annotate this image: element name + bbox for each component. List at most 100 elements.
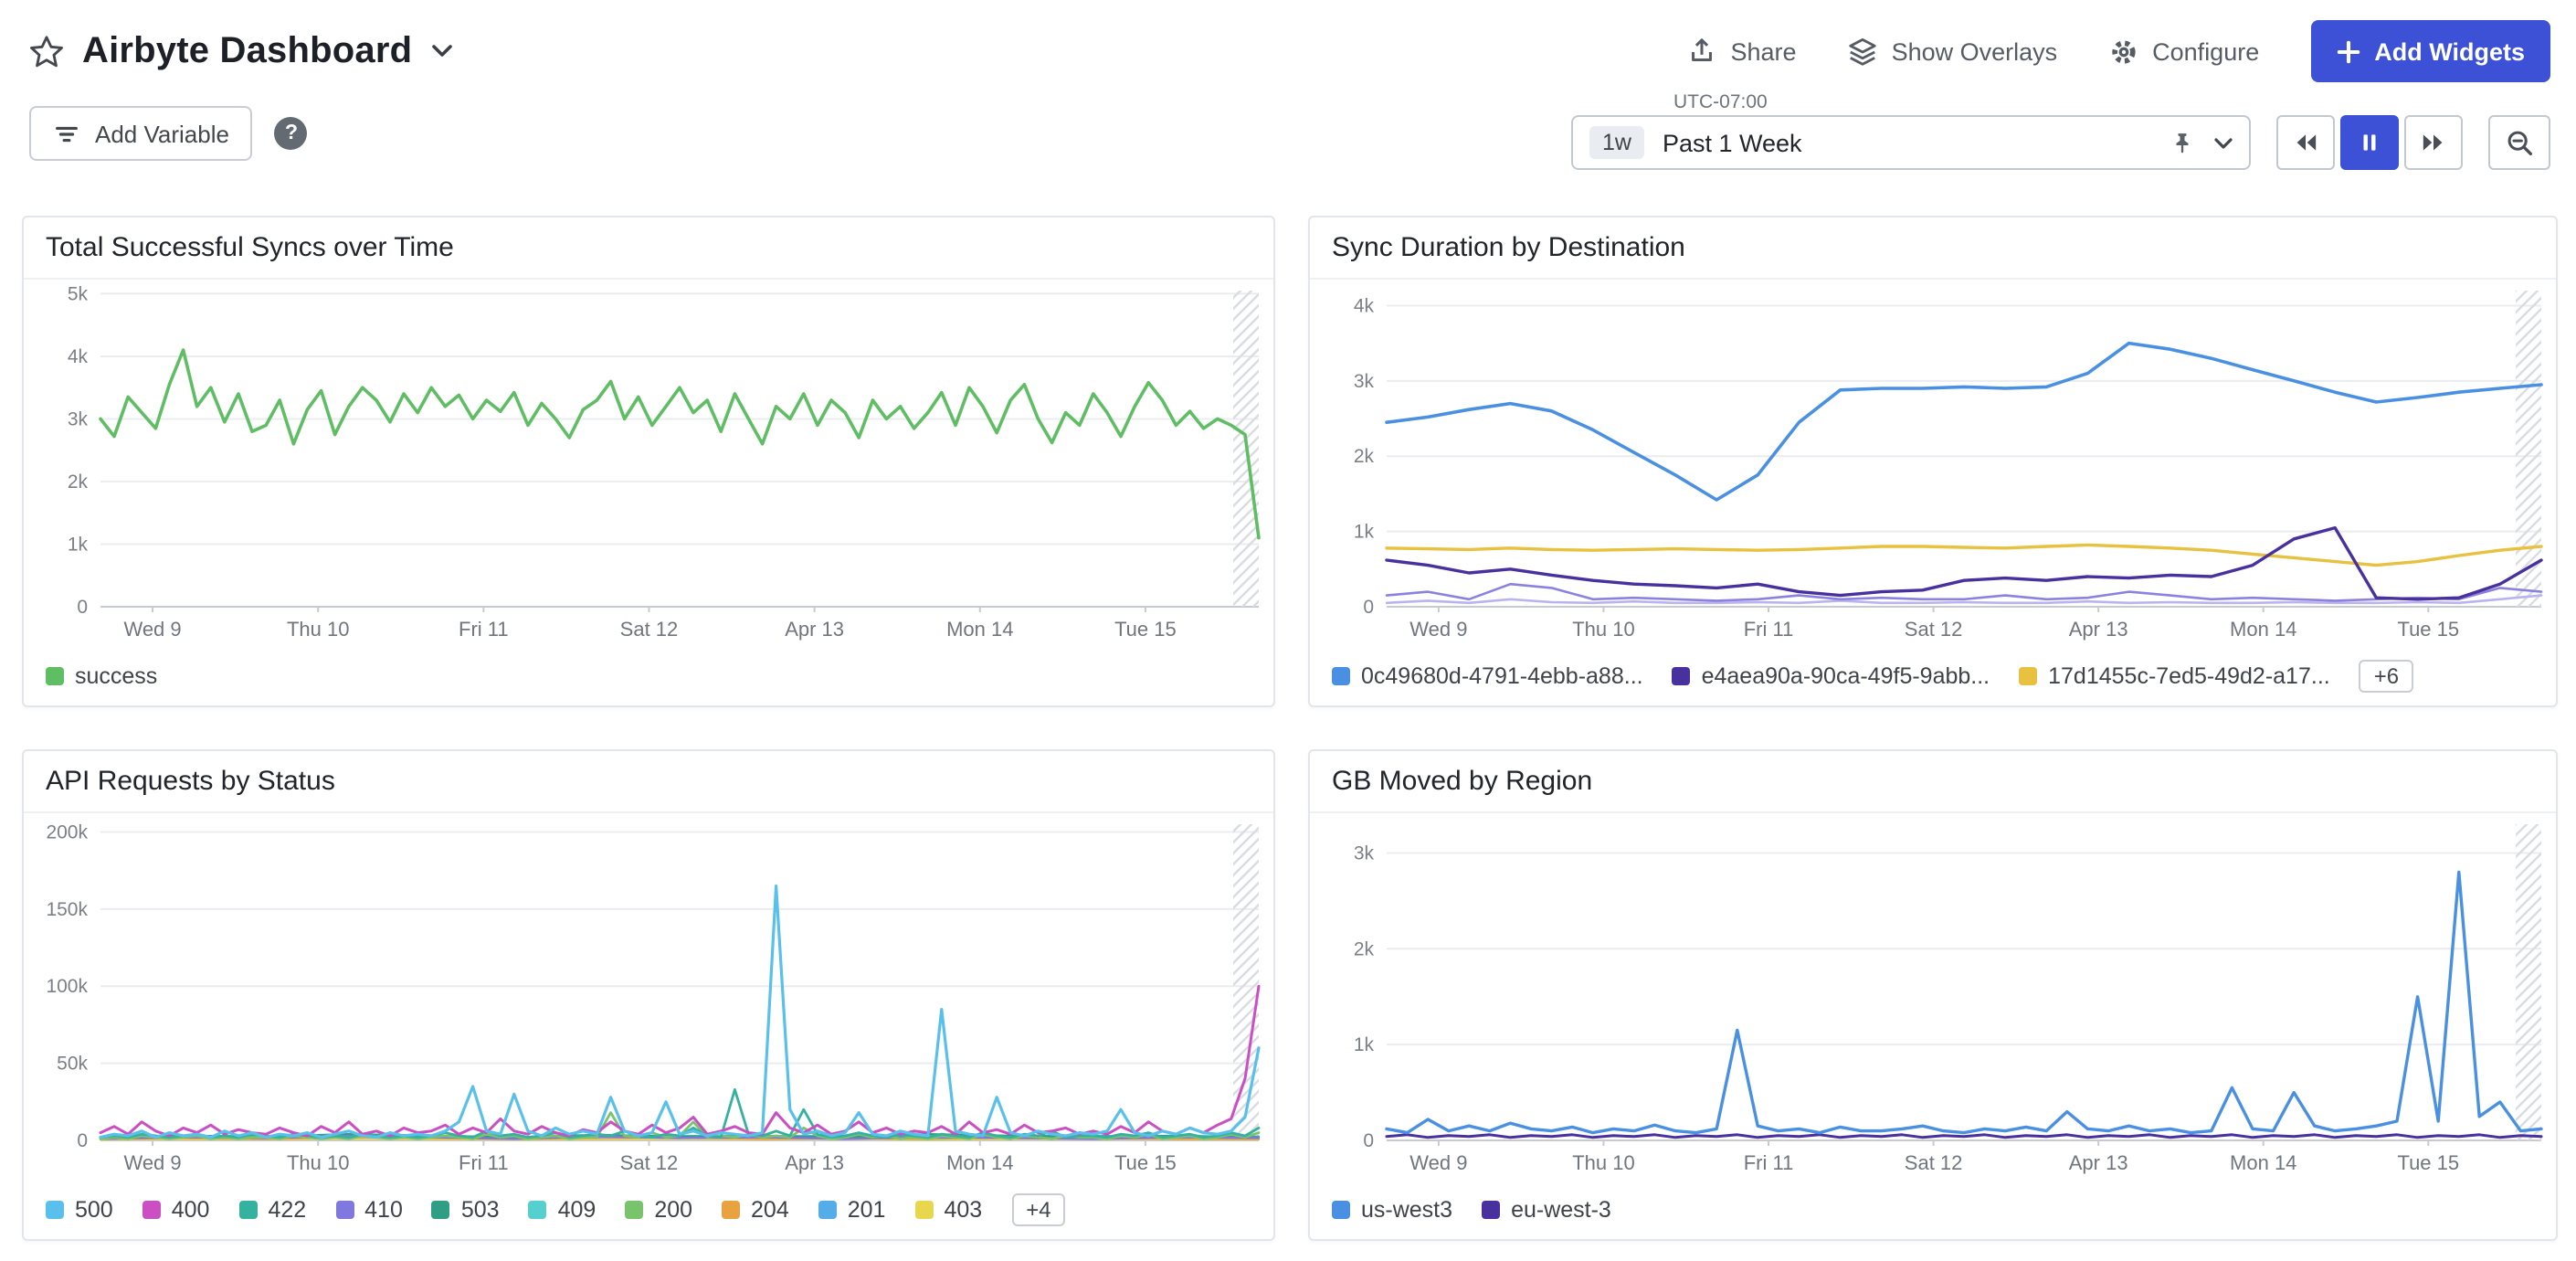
legend-label: e4aea90a-90ca-49f5-9abb... [1702, 663, 1990, 689]
legend-item[interactable]: 400 [143, 1197, 210, 1223]
legend-item[interactable]: 200 [625, 1197, 692, 1223]
svg-text:Thu 10: Thu 10 [287, 618, 350, 641]
legend-item[interactable]: 410 [335, 1197, 403, 1223]
toolbar-right: UTC-07:00 1w Past 1 Week [1571, 115, 2550, 170]
svg-text:0: 0 [77, 597, 88, 618]
legend-api-requests-by-status: 500 400 422 410 503 409 200 204 201 403 +4 [24, 1181, 1273, 1239]
legend-swatch [46, 667, 64, 685]
svg-text:200k: 200k [46, 821, 88, 842]
svg-text:Thu 10: Thu 10 [287, 1151, 350, 1174]
zoom-out-button[interactable] [2488, 115, 2550, 170]
legend-label: 400 [172, 1197, 210, 1223]
svg-text:Mon 14: Mon 14 [946, 618, 1013, 641]
share-label: Share [1731, 37, 1797, 65]
widget-api-requests-by-status: API Requests by Status 050k100k150k200kW… [22, 749, 1275, 1241]
legend-label: us-west3 [1361, 1197, 1452, 1223]
legend-overflow-badge[interactable]: +4 [1011, 1193, 1065, 1226]
share-button[interactable]: Share [1687, 36, 1797, 67]
chart-api-requests-by-status[interactable]: 050k100k150k200kWed 9Thu 10Fri 11Sat 12A… [24, 813, 1273, 1181]
legend-item[interactable]: success [46, 663, 157, 689]
svg-text:Apr 13: Apr 13 [2069, 618, 2128, 641]
svg-text:Apr 13: Apr 13 [2069, 1151, 2128, 1174]
legend-label: 0c49680d-4791-4ebb-a88... [1361, 663, 1643, 689]
svg-text:1k: 1k [68, 534, 89, 555]
legend-label: 422 [268, 1197, 306, 1223]
legend-swatch [1332, 667, 1350, 685]
legend-label: 204 [751, 1197, 789, 1223]
configure-button[interactable]: Configure [2108, 36, 2259, 67]
pause-button[interactable] [2340, 115, 2399, 170]
timezone-label: UTC-07:00 [1673, 91, 1768, 113]
header-actions: Share Show Overlays Configure Add Widget… [1687, 20, 2551, 82]
toolbar-left: Add Variable ? [29, 106, 308, 161]
range-label: Past 1 Week [1663, 129, 2150, 156]
svg-text:3k: 3k [1354, 842, 1375, 864]
legend-label: eu-west-3 [1511, 1197, 1611, 1223]
svg-text:Fri 11: Fri 11 [1744, 1151, 1794, 1174]
page-title: Airbyte Dashboard [82, 30, 412, 72]
pin-icon[interactable] [2169, 129, 2196, 156]
svg-text:2k: 2k [68, 472, 89, 493]
legend-swatch [1673, 667, 1691, 685]
widget-gb-moved-by-region: GB Moved by Region 01k2k3kWed 9Thu 10Fri… [1308, 749, 2558, 1241]
share-icon [1687, 36, 1718, 67]
favorite-star-icon[interactable] [29, 34, 64, 69]
range-shortcut-badge: 1w [1589, 126, 1644, 159]
svg-text:0: 0 [1363, 1130, 1374, 1151]
rewind-button[interactable] [2276, 115, 2335, 170]
header: Airbyte Dashboard Share Show Overlays [0, 15, 2576, 88]
add-variable-button[interactable]: Add Variable [29, 106, 253, 161]
legend-swatch [914, 1201, 933, 1219]
legend-item[interactable]: 204 [722, 1197, 789, 1223]
title-chevron-down-icon[interactable] [430, 44, 452, 58]
widget-sync-duration-by-destination: Sync Duration by Destination 01k2k3k4kWe… [1308, 216, 2558, 707]
filter-icon [53, 120, 80, 147]
svg-text:4k: 4k [68, 346, 89, 367]
svg-text:Tue 15: Tue 15 [2397, 618, 2459, 641]
legend-item[interactable]: 201 [818, 1197, 886, 1223]
svg-text:100k: 100k [46, 976, 88, 997]
show-overlays-button[interactable]: Show Overlays [1848, 36, 2058, 67]
legend-item[interactable]: 17d1455c-7ed5-49d2-a17... [2019, 663, 2330, 689]
legend-gb-moved-by-region: us-west3 eu-west-3 [1310, 1181, 2556, 1239]
legend-item[interactable]: 503 [432, 1197, 500, 1223]
svg-text:0: 0 [1363, 597, 1374, 618]
chart-gb-moved-by-region[interactable]: 01k2k3kWed 9Thu 10Fri 11Sat 12Apr 13Mon … [1310, 813, 2556, 1181]
svg-text:Apr 13: Apr 13 [785, 618, 844, 641]
svg-text:Fri 11: Fri 11 [459, 1151, 509, 1174]
legend-item[interactable]: 409 [529, 1197, 596, 1223]
gear-icon [2108, 36, 2139, 67]
legend-swatch [1332, 1201, 1350, 1219]
legend-total-successful-syncs: success [24, 647, 1273, 705]
chart-sync-duration-by-destination[interactable]: 01k2k3k4kWed 9Thu 10Fri 11Sat 12Apr 13Mo… [1310, 280, 2556, 647]
svg-text:Tue 15: Tue 15 [1114, 1151, 1177, 1174]
svg-text:1k: 1k [1354, 522, 1375, 543]
fast-forward-button[interactable] [2404, 115, 2463, 170]
widget-total-successful-syncs: Total Successful Syncs over Time 01k2k3k… [22, 216, 1275, 707]
legend-item[interactable]: eu-west-3 [1482, 1197, 1611, 1223]
legend-overflow-badge[interactable]: +6 [2360, 660, 2413, 693]
chart-total-successful-syncs[interactable]: 01k2k3k4k5kWed 9Thu 10Fri 11Sat 12Apr 13… [24, 280, 1273, 647]
legend-swatch [143, 1201, 161, 1219]
svg-text:Mon 14: Mon 14 [946, 1151, 1013, 1174]
legend-item[interactable]: 403 [914, 1197, 982, 1223]
svg-text:1k: 1k [1354, 1034, 1375, 1055]
legend-label: 200 [654, 1197, 692, 1223]
time-range-group: UTC-07:00 1w Past 1 Week [1571, 115, 2251, 170]
help-icon[interactable]: ? [275, 117, 308, 150]
add-widgets-button[interactable]: Add Widgets [2310, 20, 2550, 82]
time-range-picker[interactable]: 1w Past 1 Week [1571, 115, 2251, 170]
svg-text:Wed 9: Wed 9 [1409, 1151, 1467, 1174]
legend-item[interactable]: 500 [46, 1197, 113, 1223]
svg-text:Fri 11: Fri 11 [459, 618, 509, 641]
header-title-group: Airbyte Dashboard [29, 30, 452, 72]
legend-item[interactable]: e4aea90a-90ca-49f5-9abb... [1673, 663, 1990, 689]
legend-item[interactable]: 0c49680d-4791-4ebb-a88... [1332, 663, 1643, 689]
svg-text:150k: 150k [46, 899, 88, 920]
time-chevron-down-icon[interactable] [2214, 136, 2233, 149]
legend-swatch [625, 1201, 643, 1219]
svg-text:50k: 50k [57, 1054, 88, 1075]
svg-text:Sat 12: Sat 12 [620, 1151, 679, 1174]
legend-item[interactable]: 422 [238, 1197, 306, 1223]
legend-item[interactable]: us-west3 [1332, 1197, 1452, 1223]
